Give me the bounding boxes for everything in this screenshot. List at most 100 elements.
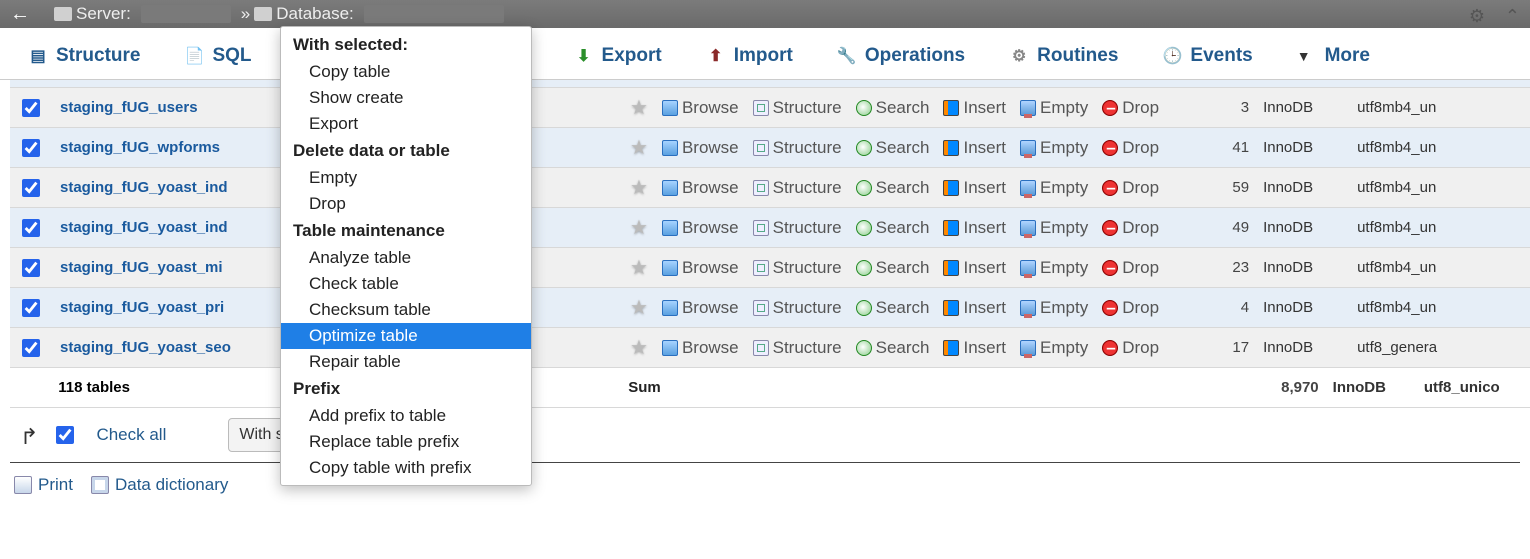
structure-action[interactable]: Structure	[753, 138, 842, 158]
cm-optimize[interactable]: Optimize table	[281, 323, 531, 349]
print-link[interactable]: Print	[14, 475, 73, 495]
cm-check[interactable]: Check table	[281, 271, 531, 297]
empty-action[interactable]: Empty	[1020, 298, 1088, 318]
structure-action[interactable]: Structure	[753, 218, 842, 238]
empty-action[interactable]: Empty	[1020, 178, 1088, 198]
tab-export[interactable]: ⬇ Export	[556, 37, 680, 75]
gear-icon[interactable]: ⚙	[1469, 6, 1485, 27]
browse-action[interactable]: Browse	[662, 258, 739, 278]
favorite-star-icon[interactable]: ★	[630, 255, 648, 280]
favorite-star-icon[interactable]: ★	[630, 135, 648, 160]
check-all-checkbox[interactable]	[56, 426, 74, 444]
empty-action[interactable]: Empty	[1020, 258, 1088, 278]
drop-action[interactable]: Drop	[1102, 338, 1159, 358]
insert-action[interactable]: Insert	[943, 298, 1006, 318]
structure-action[interactable]: Structure	[753, 298, 842, 318]
browse-action[interactable]: Browse	[662, 298, 739, 318]
row-checkbox[interactable]	[22, 219, 40, 237]
favorite-star-icon[interactable]: ★	[630, 335, 648, 360]
tab-import[interactable]: ⬆ Import	[688, 37, 811, 75]
browse-action[interactable]: Browse	[662, 138, 739, 158]
favorite-star-icon[interactable]: ★	[630, 215, 648, 240]
cm-export[interactable]: Export	[281, 111, 531, 137]
cm-show-create[interactable]: Show create	[281, 85, 531, 111]
row-collation: utf8_genera	[1357, 339, 1467, 356]
empty-action[interactable]: Empty	[1020, 218, 1088, 238]
row-checkbox[interactable]	[22, 259, 40, 277]
search-action[interactable]: Search	[856, 138, 930, 158]
browse-action[interactable]: Browse	[662, 178, 739, 198]
collapse-panel-icon[interactable]: ⌃	[1505, 6, 1520, 27]
row-engine: InnoDB	[1263, 139, 1343, 156]
row-checkbox[interactable]	[22, 299, 40, 317]
tab-label: Routines	[1037, 45, 1118, 67]
events-tab-icon: 🕒	[1162, 46, 1182, 66]
row-checkbox[interactable]	[22, 99, 40, 117]
browse-action[interactable]: Browse	[662, 98, 739, 118]
favorite-star-icon[interactable]: ★	[630, 175, 648, 200]
cm-copy-table[interactable]: Copy table	[281, 59, 531, 85]
cm-replace-prefix[interactable]: Replace table prefix	[281, 429, 531, 455]
cm-add-prefix[interactable]: Add prefix to table	[281, 403, 531, 429]
cm-copy-prefix[interactable]: Copy table with prefix	[281, 455, 531, 481]
cm-repair[interactable]: Repair table	[281, 349, 531, 375]
row-checkbox[interactable]	[22, 339, 40, 357]
insert-action[interactable]: Insert	[943, 98, 1006, 118]
browse-icon	[662, 180, 678, 196]
drop-action[interactable]: Drop	[1102, 218, 1159, 238]
browse-action[interactable]: Browse	[662, 338, 739, 358]
search-action[interactable]: Search	[856, 178, 930, 198]
favorite-star-icon[interactable]: ★	[630, 295, 648, 320]
tab-routines[interactable]: ⚙ Routines	[991, 37, 1136, 75]
browse-icon	[662, 140, 678, 156]
row-count: 49	[1189, 219, 1249, 236]
drop-action[interactable]: Drop	[1102, 98, 1159, 118]
search-action[interactable]: Search	[856, 298, 930, 318]
data-dictionary-link[interactable]: Data dictionary	[91, 475, 228, 495]
browse-icon	[662, 100, 678, 116]
drop-action[interactable]: Drop	[1102, 258, 1159, 278]
row-checkbox[interactable]	[22, 139, 40, 157]
browse-icon	[662, 300, 678, 316]
browse-icon	[662, 260, 678, 276]
check-all-label[interactable]: Check all	[96, 425, 166, 445]
drop-action[interactable]: Drop	[1102, 298, 1159, 318]
cm-drop[interactable]: Drop	[281, 191, 531, 217]
breadcrumb-separator: »	[241, 4, 250, 24]
back-arrow-icon[interactable]: ←	[10, 3, 30, 26]
cm-checksum[interactable]: Checksum table	[281, 297, 531, 323]
server-name-redacted	[141, 5, 231, 23]
structure-action[interactable]: Structure	[753, 98, 842, 118]
structure-action[interactable]: Structure	[753, 258, 842, 278]
row-checkbox[interactable]	[22, 179, 40, 197]
row-engine: InnoDB	[1263, 219, 1343, 236]
tab-more[interactable]: ▼ More	[1279, 37, 1388, 75]
search-action[interactable]: Search	[856, 258, 930, 278]
tab-sql[interactable]: 📄 SQL	[166, 37, 269, 75]
insert-action[interactable]: Insert	[943, 258, 1006, 278]
insert-action[interactable]: Insert	[943, 178, 1006, 198]
insert-action[interactable]: Insert	[943, 138, 1006, 158]
drop-action[interactable]: Drop	[1102, 178, 1159, 198]
empty-action[interactable]: Empty	[1020, 98, 1088, 118]
server-label: Server:	[76, 4, 131, 24]
empty-action[interactable]: Empty	[1020, 338, 1088, 358]
favorite-star-icon[interactable]: ★	[630, 95, 648, 120]
search-action[interactable]: Search	[856, 98, 930, 118]
search-action[interactable]: Search	[856, 218, 930, 238]
drop-action[interactable]: Drop	[1102, 138, 1159, 158]
structure-action[interactable]: Structure	[753, 338, 842, 358]
cm-empty[interactable]: Empty	[281, 165, 531, 191]
empty-action[interactable]: Empty	[1020, 138, 1088, 158]
structure-action[interactable]: Structure	[753, 178, 842, 198]
search-action[interactable]: Search	[856, 338, 930, 358]
tab-operations[interactable]: 🔧 Operations	[819, 37, 983, 75]
tab-structure[interactable]: ▤ Structure	[10, 37, 158, 75]
insert-action[interactable]: Insert	[943, 218, 1006, 238]
cm-analyze[interactable]: Analyze table	[281, 245, 531, 271]
insert-icon	[943, 100, 959, 116]
insert-action[interactable]: Insert	[943, 338, 1006, 358]
select-all-arrow-icon: ↳	[20, 422, 38, 448]
tab-events[interactable]: 🕒 Events	[1144, 37, 1270, 75]
browse-action[interactable]: Browse	[662, 218, 739, 238]
